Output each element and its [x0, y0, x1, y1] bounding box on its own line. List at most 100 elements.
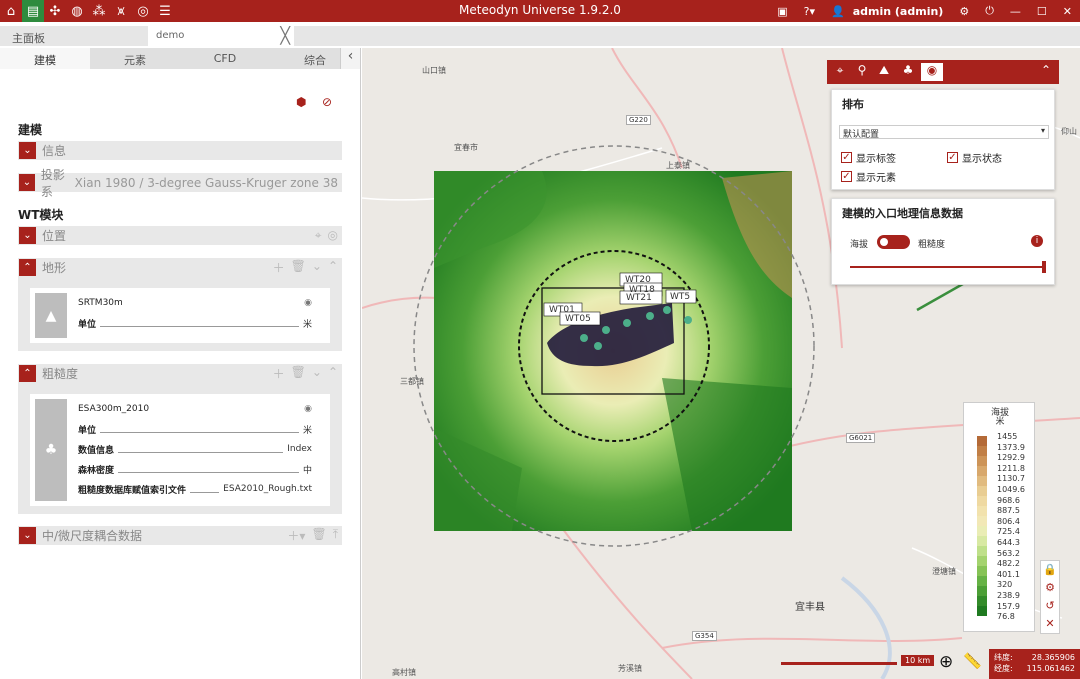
close-button[interactable]: ✕ [1063, 5, 1072, 18]
terrain-card: ⌃ 地形 ＋ 🗑 ⌄ ⌃ ▲ SRTM30m ◉ 单位 米 [18, 258, 342, 351]
checkbox-show-elements[interactable]: ✓ 显示元素 [841, 169, 896, 184]
legend-swatch [977, 566, 987, 576]
document-icon[interactable]: ▣ [777, 5, 787, 18]
power-icon[interactable]: ⏻ [985, 4, 994, 18]
hide-icon[interactable]: ⊘ [322, 95, 332, 109]
menu-icon[interactable]: ☰ [154, 0, 176, 22]
history-icon[interactable]: ↺ [1041, 597, 1059, 615]
chevron-up-icon[interactable]: ⌃ [328, 259, 338, 276]
add-icon[interactable]: ＋ [273, 259, 285, 276]
terrain-item[interactable]: ▲ SRTM30m ◉ 单位 米 [30, 288, 330, 343]
terrain-row[interactable]: ⌃ 地形 ＋ 🗑 ⌄ ⌃ [18, 258, 342, 277]
turbine-icon[interactable]: ✣ [44, 0, 66, 22]
checkbox-show-status[interactable]: ✓ 显示状态 [947, 150, 1002, 165]
coupling-row[interactable]: ⌄ 中/微尺度耦合数据 ＋▾ 🗑 ⤒ [18, 526, 342, 545]
info-row[interactable]: ⌄ 信息 [18, 141, 342, 160]
pin-icon[interactable]: ⚲ [851, 63, 873, 81]
chevron-up-icon[interactable]: ⌃ [1035, 63, 1057, 81]
eye-icon[interactable]: ◉ [304, 404, 312, 414]
layout-select[interactable]: 默认配置 ▾ [839, 125, 1049, 140]
ruler-icon[interactable]: 📏 [963, 652, 982, 670]
turbine-label[interactable]: WT05 [565, 314, 591, 324]
maximize-button[interactable]: ☐ [1037, 5, 1047, 18]
help-icon[interactable]: ?▾ [804, 5, 815, 18]
legend-unit: 米 [995, 417, 1005, 427]
user-name[interactable]: admin (admin) [853, 5, 944, 18]
trash-icon[interactable]: 🗑 [311, 527, 326, 544]
turbine-label[interactable]: WT21 [626, 293, 652, 303]
projection-value: Xian 1980 / 3-degree Gauss-Kruger zone 3… [74, 175, 338, 190]
upload-icon[interactable]: ⤒ [333, 527, 338, 544]
locate-icon[interactable]: ⊕ [939, 652, 953, 672]
subtab-modeling[interactable]: 建模 [0, 48, 90, 69]
lock-icon[interactable]: 🔒 [1041, 561, 1059, 579]
lon-label: 经度: [994, 664, 1013, 673]
opacity-slider[interactable] [850, 261, 1046, 273]
chevron-up-icon[interactable]: ⌃ [328, 365, 338, 382]
add-icon[interactable]: ＋▾ [287, 527, 305, 544]
roughness-name: ESA300m_2010 [78, 404, 150, 414]
mountain-icon[interactable]: ⛰ [873, 63, 895, 81]
checkbox-show-labels[interactable]: ✓ 显示标签 [841, 150, 896, 165]
chevron-down-icon[interactable]: ⌄ [312, 365, 322, 382]
minimize-button[interactable]: — [1010, 5, 1021, 18]
add-icon[interactable]: ＋ [273, 365, 285, 382]
turbine-label[interactable]: WT20 [625, 275, 651, 285]
projection-row[interactable]: ⌄ 投影系 Xian 1980 / 3-degree Gauss-Kruger … [18, 168, 342, 199]
legend-swatch [977, 486, 987, 496]
legend-value: 157.9 [997, 601, 1020, 611]
kv-key: 单位 [78, 425, 97, 436]
gear-icon[interactable]: ⚙ [1041, 579, 1059, 597]
clipboard-icon[interactable]: ▤ [22, 0, 44, 22]
turbine-label[interactable]: WT5 [670, 292, 690, 302]
layout-panel-title: 排布 [842, 98, 864, 111]
network-icon[interactable]: ⁂ [88, 0, 110, 22]
crosshair-icon[interactable]: ⌖ [315, 228, 322, 243]
collapse-panel-button[interactable]: ‹ [340, 48, 360, 69]
gear-icon[interactable]: ⚙ [959, 5, 969, 18]
eye-icon[interactable]: ◉ [304, 298, 312, 308]
globe-icon[interactable]: ◍ [66, 0, 88, 22]
tab-demo[interactable]: demo ╳ [148, 26, 294, 46]
roughness-row[interactable]: ⌃ 粗糙度 ＋ 🗑 ⌄ ⌃ [18, 364, 342, 383]
document-tabbar: 主面板 demo ╳ [0, 26, 1080, 46]
subtab-cfd[interactable]: CFD [180, 48, 270, 69]
home-icon[interactable]: ⌂ [0, 0, 22, 22]
close-icon[interactable]: ✕ [1041, 615, 1059, 633]
legend-value: 644.3 [997, 537, 1020, 547]
expand-icon[interactable]: ⌄ [19, 527, 36, 544]
roughness-item[interactable]: ♣ ESA300m_2010 ◉ 单位 米 数值信息 Index 森林密度 中 粗糙度数… [30, 394, 330, 506]
trash-icon[interactable]: 🗑 [291, 259, 306, 276]
chevron-down-icon[interactable]: ⌄ [312, 259, 322, 276]
position-row[interactable]: ⌄ 位置 ⌖ ◎ [18, 226, 342, 245]
target-icon[interactable]: ◎ [328, 228, 338, 243]
layout-select-value: 默认配置 [843, 130, 880, 140]
info-icon[interactable]: i [1031, 235, 1043, 247]
eye-icon[interactable]: ◉ [921, 63, 943, 81]
platform-icon[interactable]: ⩙ [110, 0, 132, 22]
info-label: 信息 [42, 144, 67, 158]
expand-icon[interactable]: ⌄ [19, 174, 35, 191]
close-tab-icon[interactable]: ╳ [280, 26, 290, 45]
dropdown-arrow-icon: ▾ [1040, 126, 1045, 135]
cube-icon[interactable]: ⬢ [296, 95, 306, 109]
expand-icon[interactable]: ⌄ [19, 142, 36, 159]
elevation-roughness-toggle[interactable] [877, 235, 910, 249]
subtab-elements[interactable]: 元素 [90, 48, 180, 69]
crosshair-icon[interactable]: ⌖ [829, 63, 851, 81]
collapse-icon[interactable]: ⌃ [19, 365, 36, 382]
legend-swatch [977, 476, 987, 486]
slider-handle[interactable] [1042, 261, 1046, 273]
wt-module-title: WT模块 [18, 208, 64, 222]
expand-icon[interactable]: ⌄ [19, 227, 36, 244]
legend-swatch [977, 556, 987, 566]
title-bar: ⌂ ▤ ✣ ◍ ⁂ ⩙ ◎ ☰ Meteodyn Universe 1.9.2.… [0, 0, 1080, 22]
trash-icon[interactable]: 🗑 [291, 365, 306, 382]
forest-icon[interactable]: ♣ [897, 63, 919, 81]
tab-main-panel[interactable]: 主面板 [0, 26, 148, 46]
lat-label: 纬度: [994, 653, 1013, 662]
scale-bar [781, 662, 897, 665]
target-icon[interactable]: ◎ [132, 0, 154, 22]
collapse-icon[interactable]: ⌃ [19, 259, 36, 276]
legend-swatch [977, 506, 987, 516]
